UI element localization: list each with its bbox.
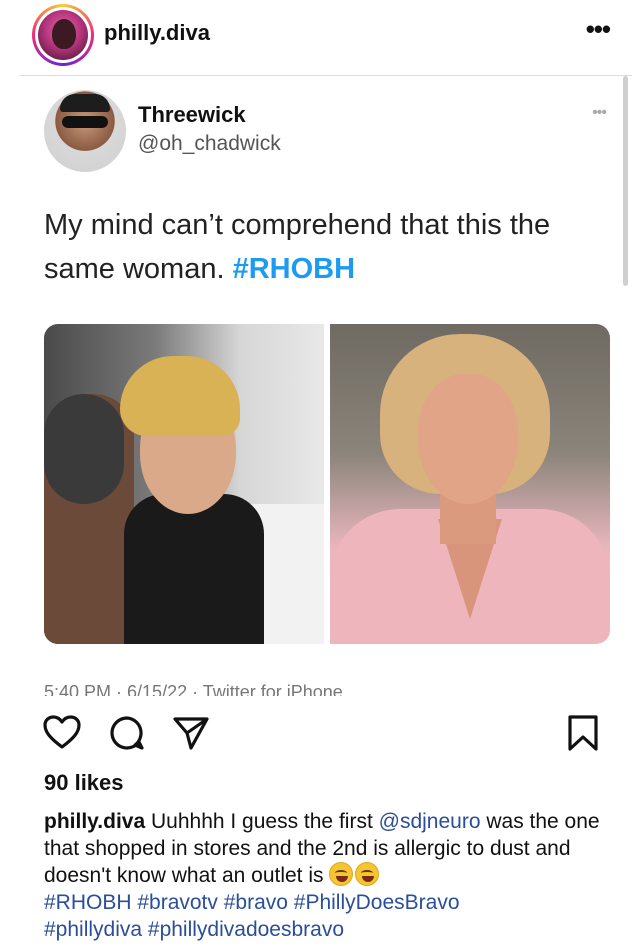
- post-caption: philly.diva Uuhhhh I guess the first @sd…: [44, 808, 616, 943]
- paper-plane-icon: [173, 717, 209, 750]
- more-options-icon[interactable]: •••: [586, 14, 611, 45]
- tweet-handle: @oh_chadwick: [138, 132, 281, 155]
- bookmark-icon: [568, 715, 598, 751]
- caption-hashtags-1[interactable]: #RHOBH #bravotv #bravo #PhillyDoesBravo: [44, 891, 460, 914]
- caption-mention[interactable]: @sdjneuro: [379, 810, 481, 833]
- likes-count[interactable]: 90 likes: [44, 770, 124, 796]
- caption-text-1: Uuhhhh I guess the first: [150, 810, 373, 833]
- share-button[interactable]: [172, 714, 210, 757]
- laughing-emoji-icon: [329, 862, 354, 886]
- caption-hashtags-2[interactable]: #phillydiva #phillydivadoesbravo: [44, 918, 344, 941]
- photo-left: [44, 324, 324, 644]
- like-button[interactable]: [42, 714, 82, 755]
- tweet-text: My mind can’t comprehend that this the s…: [44, 203, 604, 291]
- profile-avatar[interactable]: [32, 4, 94, 66]
- avatar-image: [38, 10, 88, 60]
- embedded-tweet: Threewick @oh_chadwick ••• My mind can’t…: [0, 76, 632, 696]
- post-actions: [0, 706, 632, 758]
- tweet-media: [44, 324, 610, 644]
- post-username[interactable]: philly.diva: [104, 20, 210, 46]
- tweet-avatar: [44, 90, 126, 172]
- comment-button[interactable]: [108, 714, 146, 757]
- heart-icon: [43, 715, 81, 749]
- tweet-display-name: Threewick: [138, 102, 246, 127]
- caption-username[interactable]: philly.diva: [44, 810, 145, 833]
- save-button[interactable]: [566, 714, 600, 757]
- tweet-more-icon: •••: [592, 104, 607, 121]
- comment-icon: [110, 716, 144, 750]
- photo-right: [330, 324, 610, 644]
- post-header: philly.diva •••: [0, 0, 632, 72]
- tweet-hashtag: #RHOBH: [232, 253, 356, 285]
- laughing-emoji-icon: [355, 862, 380, 886]
- scrollbar[interactable]: [623, 76, 628, 286]
- tweet-timestamp: 5:40 PM · 6/15/22 · Twitter for iPhone: [44, 682, 343, 696]
